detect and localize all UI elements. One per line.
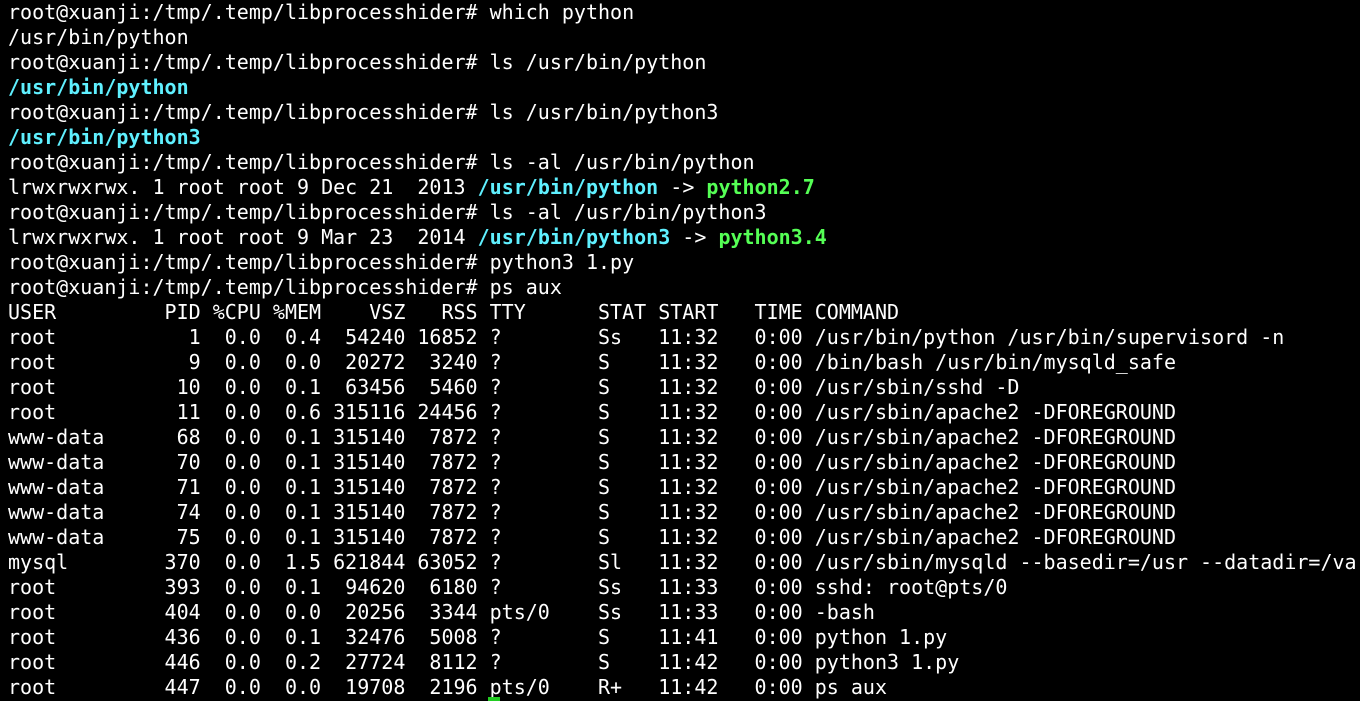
terminal-cursor: [488, 697, 500, 701]
terminal-text: lrwxrwxrwx. 1 root root 9 Dec 21 2013: [8, 175, 478, 199]
terminal-text: root@xuanji:/tmp/.temp/libprocesshider# …: [8, 150, 755, 174]
terminal-line: www-data 74 0.0 0.1 315140 7872 ? S 11:3…: [8, 500, 1360, 525]
terminal-line: root 10 0.0 0.1 63456 5460 ? S 11:32 0:0…: [8, 375, 1360, 400]
symlink-path: /usr/bin/python: [8, 75, 189, 99]
terminal-line: root@xuanji:/tmp/.temp/libprocesshider# …: [8, 100, 1360, 125]
terminal-text: www-data 68 0.0 0.1 315140 7872 ? S 11:3…: [8, 425, 1176, 449]
terminal-text: root@xuanji:/tmp/.temp/libprocesshider# …: [8, 200, 767, 224]
terminal-text: /usr/bin/python: [8, 25, 189, 49]
terminal-text: www-data 75 0.0 0.1 315140 7872 ? S 11:3…: [8, 525, 1176, 549]
terminal-line: www-data 70 0.0 0.1 315140 7872 ? S 11:3…: [8, 450, 1360, 475]
terminal-line: USER PID %CPU %MEM VSZ RSS TTY STAT STAR…: [8, 300, 1360, 325]
terminal-line: root 1 0.0 0.4 54240 16852 ? Ss 11:32 0:…: [8, 325, 1360, 350]
terminal-line: root 447 0.0 0.0 19708 2196 pts/0 R+ 11:…: [8, 675, 1360, 700]
terminal-line: root 9 0.0 0.0 20272 3240 ? S 11:32 0:00…: [8, 350, 1360, 375]
terminal-text: ->: [658, 175, 707, 199]
terminal-text: root 9 0.0 0.0 20272 3240 ? S 11:32 0:00…: [8, 350, 1176, 374]
terminal-line: /usr/bin/python: [8, 75, 1360, 100]
terminal-line: /usr/bin/python: [8, 25, 1360, 50]
terminal-line: www-data 75 0.0 0.1 315140 7872 ? S 11:3…: [8, 525, 1360, 550]
terminal-text: root@xuanji:/tmp/.temp/libprocesshider# …: [8, 250, 635, 274]
terminal-line: www-data 71 0.0 0.1 315140 7872 ? S 11:3…: [8, 475, 1360, 500]
terminal-text: ->: [670, 225, 719, 249]
terminal-text: root@xuanji:/tmp/.temp/libprocesshider# …: [8, 0, 635, 24]
terminal-line: root@xuanji:/tmp/.temp/libprocesshider# …: [8, 250, 1360, 275]
terminal-text: root 1 0.0 0.4 54240 16852 ? Ss 11:32 0:…: [8, 325, 1285, 349]
terminal-window[interactable]: root@xuanji:/tmp/.temp/libprocesshider# …: [0, 0, 1360, 701]
terminal-text: www-data 70 0.0 0.1 315140 7872 ? S 11:3…: [8, 450, 1176, 474]
terminal-line: /usr/bin/python3: [8, 125, 1360, 150]
terminal-line: mysql 370 0.0 1.5 621844 63052 ? Sl 11:3…: [8, 550, 1360, 575]
terminal-line: root@xuanji:/tmp/.temp/libprocesshider# …: [8, 0, 1360, 25]
terminal-line: root@xuanji:/tmp/.temp/libprocesshider# …: [8, 275, 1360, 300]
symlink-target: python3.4: [718, 225, 827, 249]
terminal-text: www-data 74 0.0 0.1 315140 7872 ? S 11:3…: [8, 500, 1176, 524]
terminal-text: root 447 0.0 0.0 19708 2196 pts/0 R+ 11:…: [8, 675, 887, 699]
terminal-text: root 393 0.0 0.1 94620 6180 ? Ss 11:33 0…: [8, 575, 1008, 599]
terminal-text: lrwxrwxrwx. 1 root root 9 Mar 23 2014: [8, 225, 478, 249]
terminal-line: root 446 0.0 0.2 27724 8112 ? S 11:42 0:…: [8, 650, 1360, 675]
terminal-line: root 436 0.0 0.1 32476 5008 ? S 11:41 0:…: [8, 625, 1360, 650]
terminal-line: lrwxrwxrwx. 1 root root 9 Mar 23 2014 /u…: [8, 225, 1360, 250]
terminal-text: root 436 0.0 0.1 32476 5008 ? S 11:41 0:…: [8, 625, 948, 649]
terminal-line: root 404 0.0 0.0 20256 3344 pts/0 Ss 11:…: [8, 600, 1360, 625]
symlink-target: python2.7: [706, 175, 815, 199]
terminal-text: root@xuanji:/tmp/.temp/libprocesshider# …: [8, 275, 562, 299]
terminal-text: root 446 0.0 0.2 27724 8112 ? S 11:42 0:…: [8, 650, 960, 674]
terminal-output: root@xuanji:/tmp/.temp/libprocesshider# …: [8, 0, 1360, 700]
terminal-text: www-data 71 0.0 0.1 315140 7872 ? S 11:3…: [8, 475, 1176, 499]
terminal-text: root 10 0.0 0.1 63456 5460 ? S 11:32 0:0…: [8, 375, 1020, 399]
terminal-line: root@xuanji:/tmp/.temp/libprocesshider# …: [8, 200, 1360, 225]
terminal-text: root@xuanji:/tmp/.temp/libprocesshider# …: [8, 50, 707, 74]
terminal-line: root@xuanji:/tmp/.temp/libprocesshider# …: [8, 150, 1360, 175]
terminal-text: mysql 370 0.0 1.5 621844 63052 ? Sl 11:3…: [8, 550, 1360, 574]
terminal-line: root 11 0.0 0.6 315116 24456 ? S 11:32 0…: [8, 400, 1360, 425]
terminal-text: USER PID %CPU %MEM VSZ RSS TTY STAT STAR…: [8, 300, 900, 324]
terminal-line: root@xuanji:/tmp/.temp/libprocesshider# …: [8, 50, 1360, 75]
terminal-text: root 11 0.0 0.6 315116 24456 ? S 11:32 0…: [8, 400, 1176, 424]
symlink-path: /usr/bin/python: [477, 175, 659, 199]
symlink-path: /usr/bin/python3: [8, 125, 201, 149]
terminal-text: root 404 0.0 0.0 20256 3344 pts/0 Ss 11:…: [8, 600, 875, 624]
terminal-line: www-data 68 0.0 0.1 315140 7872 ? S 11:3…: [8, 425, 1360, 450]
terminal-text: root@xuanji:/tmp/.temp/libprocesshider# …: [8, 100, 719, 124]
terminal-line: root 393 0.0 0.1 94620 6180 ? Ss 11:33 0…: [8, 575, 1360, 600]
terminal-line: lrwxrwxrwx. 1 root root 9 Dec 21 2013 /u…: [8, 175, 1360, 200]
symlink-path: /usr/bin/python3: [477, 225, 671, 249]
